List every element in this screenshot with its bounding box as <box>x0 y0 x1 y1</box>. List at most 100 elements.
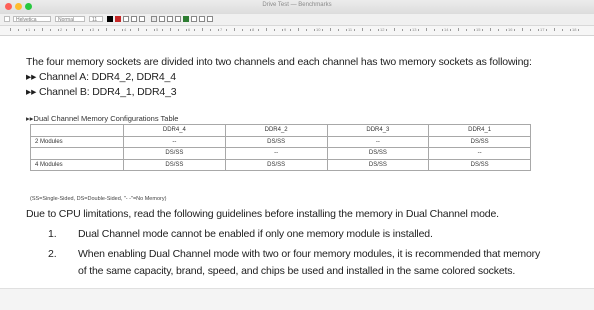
table-cell: DS/SS <box>428 135 531 148</box>
ruler-label: 7 <box>220 27 223 32</box>
table-cell: DS/SS <box>224 135 328 148</box>
ruler-tick <box>514 29 515 31</box>
ruler-tick <box>170 28 171 31</box>
paragraph-style-icon[interactable] <box>4 16 10 22</box>
list-number: 1. <box>48 228 57 240</box>
highlight-color-swatch[interactable] <box>115 16 121 22</box>
ruler-label: 18 <box>572 27 577 32</box>
align-right-button[interactable] <box>167 16 173 22</box>
table-cell: 4 Modules <box>30 158 124 171</box>
ruler-label: 17 <box>540 27 545 32</box>
guidelines-intro: Due to CPU limitations, read the followi… <box>26 208 499 220</box>
ruler-tick <box>50 29 51 31</box>
ruler-label: 15 <box>476 27 481 32</box>
bold-button[interactable] <box>123 16 129 22</box>
ruler-tick <box>122 29 123 31</box>
ruler-tick <box>218 29 219 31</box>
ruler-tick <box>338 29 339 31</box>
ruler-tick <box>490 28 491 31</box>
ruler-tick <box>202 28 203 31</box>
ruler-tick <box>434 29 435 31</box>
ruler-tick <box>562 29 563 31</box>
ruler-tick <box>250 29 251 31</box>
ruler-tick <box>506 29 507 31</box>
ruler-label: 5 <box>156 27 159 32</box>
ruler-tick <box>498 29 499 31</box>
underline-button[interactable] <box>139 16 145 22</box>
list-text: When enabling Dual Channel mode with two… <box>78 248 541 260</box>
table-row: 2 Modules -- DS/SS -- DS/SS <box>30 135 531 148</box>
ruler-label: 13 <box>412 27 417 32</box>
list-outdent-button[interactable] <box>207 16 213 22</box>
ruler-tick <box>298 28 299 31</box>
header-cell: DDR4_3 <box>326 124 430 137</box>
ruler-tick <box>546 29 547 31</box>
ruler-tick <box>538 29 539 31</box>
ruler-tick <box>18 29 19 31</box>
ruler-label: 12 <box>380 27 385 32</box>
table-header-row: DDR4_4 DDR4_2 DDR4_3 DDR4_1 <box>30 124 531 137</box>
table-row: 4 Modules DS/SS DS/SS DS/SS DS/SS <box>30 158 531 171</box>
list-indent-button[interactable] <box>199 16 205 22</box>
align-center-button[interactable] <box>159 16 165 22</box>
ruler-tick <box>106 28 107 31</box>
ruler-label: 11 <box>348 27 353 32</box>
ruler-label: 9 <box>284 27 287 32</box>
ruler-tick <box>474 29 475 31</box>
ruler-tick <box>74 28 75 31</box>
title-bar: Drive Test — Benchmarks <box>0 0 594 15</box>
ruler-tick <box>482 29 483 31</box>
ruler-tick <box>314 29 315 31</box>
ruler-tick <box>554 28 555 31</box>
channel-b-line: ▸▸ Channel B: DDR4_1, DDR4_3 <box>26 86 177 98</box>
list-style-button[interactable] <box>191 16 197 22</box>
ruler[interactable]: 1 2 3 4 5 6 7 8 9 10 11 12 13 14 15 16 17 18 <box>0 26 594 36</box>
ruler-tick <box>282 29 283 31</box>
ruler-label: 10 <box>316 27 321 32</box>
ruler-label: 2 <box>60 27 63 32</box>
ruler-tick <box>466 29 467 31</box>
ruler-tick <box>66 29 67 31</box>
ruler-tick <box>426 28 427 31</box>
ruler-tick <box>194 29 195 31</box>
header-cell: DDR4_1 <box>428 124 531 137</box>
ruler-tick <box>234 28 235 31</box>
ruler-tick <box>322 29 323 31</box>
ruler-label: 8 <box>252 27 255 32</box>
text-color-swatch[interactable] <box>107 16 113 22</box>
list-text: Dual Channel mode cannot be enabled if o… <box>78 228 433 240</box>
ruler-tick <box>154 29 155 31</box>
channel-a-line: ▸▸ Channel A: DDR4_2, DDR4_4 <box>26 71 176 83</box>
ruler-tick <box>378 29 379 31</box>
ruler-tick <box>90 29 91 31</box>
spacing-button[interactable] <box>183 16 189 22</box>
ruler-tick <box>138 28 139 31</box>
ruler-tick <box>162 29 163 31</box>
font-family-select[interactable]: Helvetica <box>13 16 51 22</box>
ruler-tick <box>98 29 99 31</box>
ruler-tick <box>146 29 147 31</box>
ruler-tick <box>186 29 187 31</box>
document-body[interactable]: The four memory sockets are divided into… <box>0 36 594 309</box>
typeface-select[interactable]: Normal <box>55 16 85 22</box>
table-cell: 2 Modules <box>30 135 124 148</box>
ruler-tick <box>266 28 267 31</box>
ruler-tick <box>130 29 131 31</box>
ruler-tick <box>210 29 211 31</box>
table-cell: -- <box>123 135 226 148</box>
ruler-tick <box>10 28 11 31</box>
ruler-tick <box>402 29 403 31</box>
list-text: of the same capacity, brand, speed, and … <box>78 265 516 277</box>
ruler-tick <box>258 29 259 31</box>
ruler-tick <box>34 29 35 31</box>
ruler-tick <box>458 28 459 31</box>
table-cell: DS/SS <box>123 158 226 171</box>
italic-button[interactable] <box>131 16 137 22</box>
align-left-button[interactable] <box>151 16 157 22</box>
ruler-tick <box>274 29 275 31</box>
table-cell: DS/SS <box>326 147 430 160</box>
ruler-tick <box>330 28 331 31</box>
table-cell <box>30 147 124 160</box>
font-size-field[interactable]: 11 <box>89 16 103 22</box>
justify-button[interactable] <box>175 16 181 22</box>
